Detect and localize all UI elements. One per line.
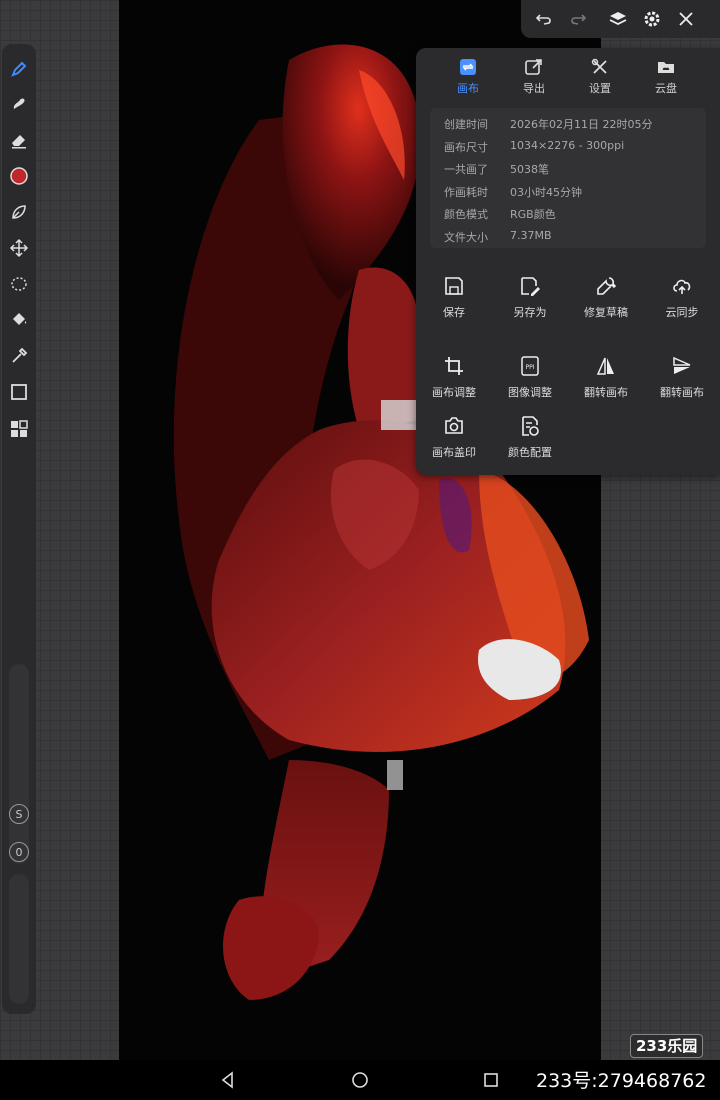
cloud-sync-button[interactable]: 云同步 <box>644 274 720 320</box>
repair-draft-button[interactable]: 修复草稿 <box>568 274 644 320</box>
selection-icon[interactable] <box>6 271 32 297</box>
eyedropper-icon[interactable] <box>6 343 32 369</box>
ppi-icon: PPI <box>492 354 568 378</box>
canvas-icon <box>438 56 498 78</box>
size-mode-badge[interactable]: S <box>9 804 29 824</box>
flip-vertical-icon <box>644 354 720 378</box>
redo-icon[interactable] <box>561 2 595 36</box>
flip-canvas-horizontal-button[interactable]: 翻转画布 <box>568 354 644 400</box>
lasso-leaf-icon[interactable] <box>6 199 32 225</box>
canvas-info: 创建时间 2026年02月11日 22时05分 画布尺寸 1034×2276 - 3… <box>430 108 706 248</box>
svg-text:PPI: PPI <box>525 364 534 371</box>
tools-icon <box>570 56 630 78</box>
tab-label: 云盘 <box>655 82 677 95</box>
user-id-overlay: 233号:279468762 <box>536 1070 707 1092</box>
brush-size-slider[interactable] <box>9 664 29 864</box>
cloud-folder-icon <box>636 56 696 78</box>
color-config-button[interactable]: 颜色配置 <box>492 414 568 460</box>
tab-export[interactable]: 导出 <box>504 56 564 96</box>
app-watermark: 233乐园 <box>630 1034 704 1058</box>
tab-label: 画布 <box>457 82 479 95</box>
tab-settings[interactable]: 设置 <box>570 56 630 96</box>
gear-icon[interactable] <box>635 2 669 36</box>
close-icon[interactable] <box>669 2 703 36</box>
recents-icon[interactable] <box>481 1070 501 1090</box>
wrench-icon <box>568 274 644 298</box>
cloud-sync-icon <box>644 274 720 298</box>
flip-horizontal-icon <box>568 354 644 378</box>
save-as-button[interactable]: 另存为 <box>492 274 568 320</box>
opacity-slider[interactable] <box>9 874 29 1004</box>
color-swatch[interactable] <box>6 163 32 189</box>
panel-tabs: 画布 导出 设置 云盘 <box>416 56 720 100</box>
camera-icon <box>416 414 492 438</box>
back-icon[interactable] <box>218 1070 238 1090</box>
tab-cloud[interactable]: 云盘 <box>636 56 696 96</box>
opacity-mode-badge[interactable]: 0 <box>9 842 29 862</box>
move-icon[interactable] <box>6 235 32 261</box>
left-toolbar: S 0 <box>2 44 36 1014</box>
tab-label: 导出 <box>523 82 545 95</box>
shape-icon[interactable] <box>6 379 32 405</box>
home-icon[interactable] <box>350 1070 370 1090</box>
flip-canvas-vertical-button[interactable]: 翻转画布 <box>644 354 720 400</box>
canvas-adjust-button[interactable]: 画布调整 <box>416 354 492 400</box>
top-toolbar <box>521 0 720 38</box>
image-adjust-button[interactable]: PPI 图像调整 <box>492 354 568 400</box>
eraser-icon[interactable] <box>6 127 32 153</box>
tab-label: 设置 <box>589 82 611 95</box>
smudge-icon[interactable] <box>6 91 32 117</box>
layers-icon[interactable] <box>601 2 635 36</box>
canvas-stamp-button[interactable]: 画布盖印 <box>416 414 492 460</box>
brush-icon[interactable] <box>6 56 32 82</box>
save-icon <box>416 274 492 298</box>
tab-canvas[interactable]: 画布 <box>438 56 498 96</box>
save-button[interactable]: 保存 <box>416 274 492 320</box>
fill-bucket-icon[interactable] <box>6 307 32 333</box>
color-config-icon <box>492 414 568 438</box>
undo-icon[interactable] <box>527 2 561 36</box>
canvas-panel: 画布 导出 设置 云盘 创建时间 2026年02月11日 22时05分 画布尺寸 1… <box>416 48 720 475</box>
export-icon <box>504 56 564 78</box>
grid-icon[interactable] <box>6 416 32 442</box>
crop-icon <box>416 354 492 378</box>
save-as-icon <box>492 274 568 298</box>
